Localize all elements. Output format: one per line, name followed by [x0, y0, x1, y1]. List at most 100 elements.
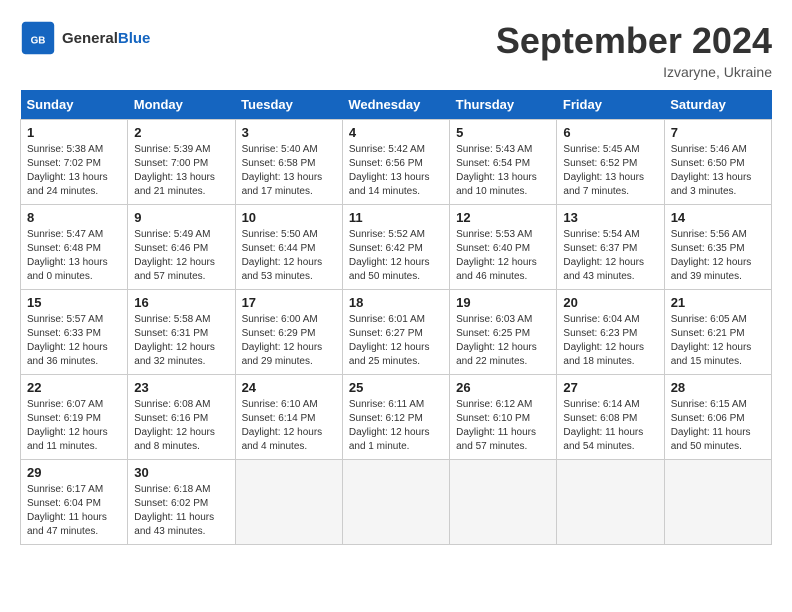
day-cell-22: 22 Sunrise: 6:07 AMSunset: 6:19 PMDayligh… [21, 375, 128, 460]
day-info: Sunrise: 6:12 AMSunset: 6:10 PMDaylight:… [456, 398, 550, 454]
day-number: 21 [671, 295, 765, 310]
day-cell-5: 5 Sunrise: 5:43 AMSunset: 6:54 PMDaylight… [450, 120, 557, 205]
day-info: Sunrise: 5:43 AMSunset: 6:54 PMDaylight:… [456, 143, 550, 199]
day-cell-28: 28 Sunrise: 6:15 AMSunset: 6:06 PMDayligh… [664, 375, 771, 460]
day-info: Sunrise: 5:52 AMSunset: 6:42 PMDaylight:… [349, 228, 443, 284]
day-number: 29 [27, 465, 121, 480]
day-info: Sunrise: 5:42 AMSunset: 6:56 PMDaylight:… [349, 143, 443, 199]
header-sunday: Sunday [21, 90, 128, 120]
day-info: Sunrise: 5:45 AMSunset: 6:52 PMDaylight:… [563, 143, 657, 199]
day-cell-empty [235, 460, 342, 545]
day-number: 3 [242, 125, 336, 140]
day-cell-4: 4 Sunrise: 5:42 AMSunset: 6:56 PMDaylight… [342, 120, 449, 205]
day-info: Sunrise: 6:10 AMSunset: 6:14 PMDaylight:… [242, 398, 336, 454]
day-number: 30 [134, 465, 228, 480]
header-saturday: Saturday [664, 90, 771, 120]
day-cell-26: 26 Sunrise: 6:12 AMSunset: 6:10 PMDayligh… [450, 375, 557, 460]
day-number: 11 [349, 210, 443, 225]
day-info: Sunrise: 5:56 AMSunset: 6:35 PMDaylight:… [671, 228, 765, 284]
day-info: Sunrise: 6:00 AMSunset: 6:29 PMDaylight:… [242, 313, 336, 369]
day-cell-10: 10 Sunrise: 5:50 AMSunset: 6:44 PMDayligh… [235, 205, 342, 290]
weekday-header-row: Sunday Monday Tuesday Wednesday Thursday… [21, 90, 772, 120]
header-wednesday: Wednesday [342, 90, 449, 120]
day-info: Sunrise: 6:01 AMSunset: 6:27 PMDaylight:… [349, 313, 443, 369]
day-info: Sunrise: 6:11 AMSunset: 6:12 PMDaylight:… [349, 398, 443, 454]
svg-text:GB: GB [31, 35, 46, 46]
day-cell-20: 20Sunrise: 6:04 AMSunset: 6:23 PMDayligh… [557, 290, 664, 375]
day-number: 4 [349, 125, 443, 140]
week-row-1: 1 Sunrise: 5:38 AMSunset: 7:02 PMDaylight… [21, 120, 772, 205]
day-number: 7 [671, 125, 765, 140]
day-info: Sunrise: 5:39 AMSunset: 7:00 PMDaylight:… [134, 143, 228, 199]
day-info: Sunrise: 5:47 AMSunset: 6:48 PMDaylight:… [27, 228, 121, 284]
day-number: 18 [349, 295, 443, 310]
day-number: 14 [671, 210, 765, 225]
day-cell-16: 16 Sunrise: 5:58 AMSunset: 6:31 PMDayligh… [128, 290, 235, 375]
day-info: Sunrise: 6:07 AMSunset: 6:19 PMDaylight:… [27, 398, 121, 454]
calendar-table: Sunday Monday Tuesday Wednesday Thursday… [20, 90, 772, 545]
day-info: Sunrise: 5:53 AMSunset: 6:40 PMDaylight:… [456, 228, 550, 284]
day-number: 1 [27, 125, 121, 140]
day-info: Sunrise: 5:50 AMSunset: 6:44 PMDaylight:… [242, 228, 336, 284]
day-number: 24 [242, 380, 336, 395]
day-cell-13: 13 Sunrise: 5:54 AMSunset: 6:37 PMDayligh… [557, 205, 664, 290]
day-cell-empty [557, 460, 664, 545]
day-number: 6 [563, 125, 657, 140]
day-info: Sunrise: 5:40 AMSunset: 6:58 PMDaylight:… [242, 143, 336, 199]
day-number: 19 [456, 295, 550, 310]
day-number: 16 [134, 295, 228, 310]
month-title: September 2024 [496, 20, 772, 62]
day-cell-25: 25 Sunrise: 6:11 AMSunset: 6:12 PMDayligh… [342, 375, 449, 460]
day-number: 22 [27, 380, 121, 395]
day-info: Sunrise: 6:18 AMSunset: 6:02 PMDaylight:… [134, 483, 228, 539]
week-row-2: 8 Sunrise: 5:47 AMSunset: 6:48 PMDaylight… [21, 205, 772, 290]
day-info: Sunrise: 5:58 AMSunset: 6:31 PMDaylight:… [134, 313, 228, 369]
location-text: Izvaryne, Ukraine [496, 64, 772, 80]
header-monday: Monday [128, 90, 235, 120]
day-number: 15 [27, 295, 121, 310]
day-info: Sunrise: 5:57 AMSunset: 6:33 PMDaylight:… [27, 313, 121, 369]
day-number: 8 [27, 210, 121, 225]
day-cell-11: 11 Sunrise: 5:52 AMSunset: 6:42 PMDayligh… [342, 205, 449, 290]
day-number: 27 [563, 380, 657, 395]
day-number: 10 [242, 210, 336, 225]
week-row-3: 15 Sunrise: 5:57 AMSunset: 6:33 PMDayligh… [21, 290, 772, 375]
day-info: Sunrise: 5:46 AMSunset: 6:50 PMDaylight:… [671, 143, 765, 199]
day-cell-7: 7 Sunrise: 5:46 AMSunset: 6:50 PMDaylight… [664, 120, 771, 205]
day-cell-empty [664, 460, 771, 545]
day-number: 28 [671, 380, 765, 395]
day-info: Sunrise: 6:14 AMSunset: 6:08 PMDaylight:… [563, 398, 657, 454]
day-cell-19: 19Sunrise: 6:03 AMSunset: 6:25 PMDayligh… [450, 290, 557, 375]
day-cell-30: 30 Sunrise: 6:18 AMSunset: 6:02 PMDayligh… [128, 460, 235, 545]
day-cell-29: 29Sunrise: 6:17 AMSunset: 6:04 PMDayligh… [21, 460, 128, 545]
day-number: 9 [134, 210, 228, 225]
day-cell-21: 21 Sunrise: 6:05 AMSunset: 6:21 PMDayligh… [664, 290, 771, 375]
day-cell-9: 9 Sunrise: 5:49 AMSunset: 6:46 PMDaylight… [128, 205, 235, 290]
day-number: 5 [456, 125, 550, 140]
day-info: Sunrise: 6:15 AMSunset: 6:06 PMDaylight:… [671, 398, 765, 454]
day-cell-14: 14 Sunrise: 5:56 AMSunset: 6:35 PMDayligh… [664, 205, 771, 290]
day-cell-27: 27 Sunrise: 6:14 AMSunset: 6:08 PMDayligh… [557, 375, 664, 460]
day-cell-24: 24 Sunrise: 6:10 AMSunset: 6:14 PMDayligh… [235, 375, 342, 460]
week-row-5: 29Sunrise: 6:17 AMSunset: 6:04 PMDayligh… [21, 460, 772, 545]
day-info: Sunrise: 5:38 AMSunset: 7:02 PMDaylight:… [27, 143, 121, 199]
day-info: Sunrise: 6:05 AMSunset: 6:21 PMDaylight:… [671, 313, 765, 369]
header-friday: Friday [557, 90, 664, 120]
day-cell-empty [342, 460, 449, 545]
day-info: Sunrise: 5:49 AMSunset: 6:46 PMDaylight:… [134, 228, 228, 284]
day-number: 25 [349, 380, 443, 395]
day-info: Sunrise: 6:08 AMSunset: 6:16 PMDaylight:… [134, 398, 228, 454]
day-cell-8: 8 Sunrise: 5:47 AMSunset: 6:48 PMDaylight… [21, 205, 128, 290]
header-tuesday: Tuesday [235, 90, 342, 120]
logo-icon: GB [20, 20, 56, 56]
week-row-4: 22 Sunrise: 6:07 AMSunset: 6:19 PMDayligh… [21, 375, 772, 460]
day-cell-6: 6 Sunrise: 5:45 AMSunset: 6:52 PMDaylight… [557, 120, 664, 205]
day-info: Sunrise: 5:54 AMSunset: 6:37 PMDaylight:… [563, 228, 657, 284]
day-number: 23 [134, 380, 228, 395]
day-number: 20 [563, 295, 657, 310]
day-number: 26 [456, 380, 550, 395]
day-cell-2: 2Sunrise: 5:39 AMSunset: 7:00 PMDaylight… [128, 120, 235, 205]
day-cell-23: 23 Sunrise: 6:08 AMSunset: 6:16 PMDayligh… [128, 375, 235, 460]
day-number: 13 [563, 210, 657, 225]
day-cell-empty [450, 460, 557, 545]
